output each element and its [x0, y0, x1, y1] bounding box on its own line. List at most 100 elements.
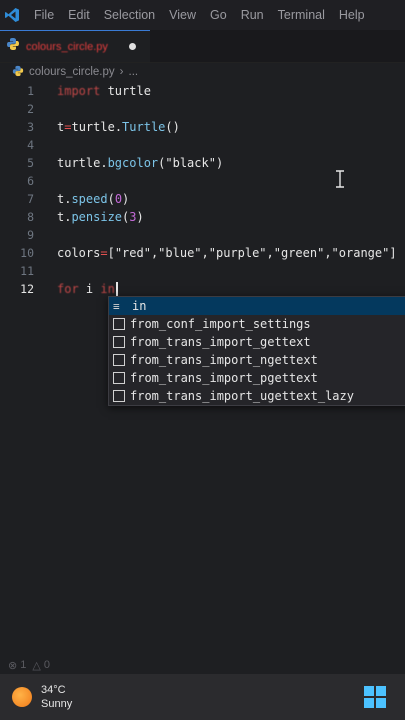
suggestion-item[interactable]: from_trans_import_ugettext_lazy [109, 387, 405, 405]
keyword-icon: ≡ [113, 299, 120, 313]
snippet-icon [113, 390, 125, 402]
suggestion-label: from_trans_import_ngettext [130, 353, 318, 367]
line-number: 5 [27, 156, 34, 170]
breadcrumb-file[interactable]: colours_circle.py [29, 66, 115, 78]
suggestion-label: in [132, 299, 147, 313]
code-line: 10 colors=["red","blue","purple","green"… [0, 244, 405, 262]
line-number: 2 [27, 102, 34, 116]
function-token: pensize [71, 210, 123, 224]
code-line: 1 import turtle [0, 82, 405, 100]
error-count[interactable]: 1 [20, 659, 26, 671]
breadcrumb-more[interactable]: ... [129, 66, 139, 78]
code-token: t. [57, 192, 72, 206]
suggestion-item[interactable]: from_trans_import_pgettext [109, 369, 405, 387]
menu-file[interactable]: File [34, 8, 54, 22]
operator-token: = [100, 246, 108, 260]
status-bar: ⊗ 1 △ 0 [0, 656, 405, 674]
code-line: 9 [0, 226, 405, 244]
menu-run[interactable]: Run [241, 8, 264, 22]
code-token: ) [136, 210, 144, 224]
line-number: 3 [27, 120, 34, 134]
line-number: 6 [27, 174, 34, 188]
weather-condition: Sunny [41, 698, 73, 710]
warning-count[interactable]: 0 [44, 659, 50, 671]
suggestion-widget: ≡ in from_conf_import_settings from_tran… [108, 296, 405, 406]
keyword-token: import [57, 84, 101, 98]
weather-widget[interactable]: 34°C Sunny [41, 683, 72, 711]
code-line: 2 [0, 100, 405, 118]
line-number: 9 [27, 228, 34, 242]
text-cursor [115, 282, 118, 297]
code-token: t. [57, 210, 72, 224]
suggestion-item[interactable]: from_trans_import_gettext [109, 333, 405, 351]
number-token: 0 [114, 192, 123, 206]
code-token: colors [57, 246, 101, 260]
vscode-logo-icon[interactable] [0, 0, 24, 30]
code-token: turtle [100, 84, 151, 98]
suggestion-item[interactable]: from_trans_import_ngettext [109, 351, 405, 369]
code-line: 7 t.speed(0) [0, 190, 405, 208]
code-text: t.speed(0) [57, 192, 129, 206]
sun-icon[interactable] [12, 687, 32, 707]
tab-label: colours_circle.py [26, 40, 108, 53]
error-icon[interactable]: ⊗ [8, 659, 17, 672]
code-line: 8 t.pensize(3) [0, 208, 405, 226]
snippet-icon [113, 336, 125, 348]
menu-terminal[interactable]: Terminal [278, 8, 325, 22]
code-line: 6 [0, 172, 405, 190]
code-text: for i in [57, 282, 118, 297]
chevron-right-icon: › [119, 66, 124, 78]
tab-bar: colours_circle.py [0, 30, 405, 63]
code-token: turtle. [71, 120, 123, 134]
function-token: speed [71, 192, 108, 206]
suggestion-label: from_trans_import_gettext [130, 335, 311, 349]
suggestion-label: from_trans_import_pgettext [130, 371, 318, 385]
code-line: 11 [0, 262, 405, 280]
menu-go[interactable]: Go [210, 8, 227, 22]
line-number: 7 [27, 192, 34, 206]
number-token: 3 [129, 210, 137, 224]
taskbar: 34°C Sunny [0, 674, 405, 720]
code-line: 4 [0, 136, 405, 154]
line-number: 8 [27, 210, 34, 224]
line-number: 11 [20, 264, 34, 278]
python-file-icon [6, 37, 20, 56]
menu-edit[interactable]: Edit [68, 8, 90, 22]
snippet-icon [113, 372, 125, 384]
code-token: () [165, 120, 180, 134]
function-token: bgcolor [107, 156, 159, 170]
code-token: turtle. [57, 156, 108, 170]
suggestion-label: from_conf_import_settings [130, 317, 311, 331]
line-number: 10 [20, 246, 34, 260]
snippet-icon [113, 354, 125, 366]
windows-start-icon[interactable] [364, 686, 386, 708]
code-line: 5 turtle.bgcolor("black") [0, 154, 405, 172]
unsaved-dot-icon[interactable] [129, 43, 136, 50]
menu-view[interactable]: View [169, 8, 196, 22]
python-file-icon [12, 65, 24, 80]
weather-temp: 34°C [41, 684, 66, 696]
code-text: turtle.bgcolor("black") [57, 156, 223, 170]
code-text: t.pensize(3) [57, 210, 144, 224]
line-number: 4 [27, 138, 34, 152]
menu-help[interactable]: Help [339, 8, 365, 22]
menu-selection[interactable]: Selection [104, 8, 155, 22]
code-text: t=turtle.Turtle() [57, 120, 180, 134]
mouse-ibeam-icon [336, 170, 344, 188]
code-token: i [78, 281, 101, 296]
breadcrumb: colours_circle.py › ... [0, 62, 405, 82]
snippet-icon [113, 318, 125, 330]
suggestion-item[interactable]: from_conf_import_settings [109, 315, 405, 333]
line-number: 12 [20, 282, 34, 296]
code-text: colors=["red","blue","purple","green","o… [57, 246, 397, 260]
tab-colours-circle[interactable]: colours_circle.py [0, 30, 150, 62]
warning-icon[interactable]: △ [32, 659, 40, 672]
suggestion-item[interactable]: ≡ in [109, 297, 405, 315]
line-number: 1 [27, 84, 34, 98]
code-token: ( [107, 192, 115, 206]
class-token: Turtle [122, 120, 166, 134]
menu-bar: File Edit Selection View Go Run Terminal… [0, 0, 405, 30]
keyword-token: in [100, 281, 115, 296]
code-token: ["red","blue","purple","green","orange"] [107, 246, 397, 260]
code-token: ("black") [158, 156, 224, 170]
